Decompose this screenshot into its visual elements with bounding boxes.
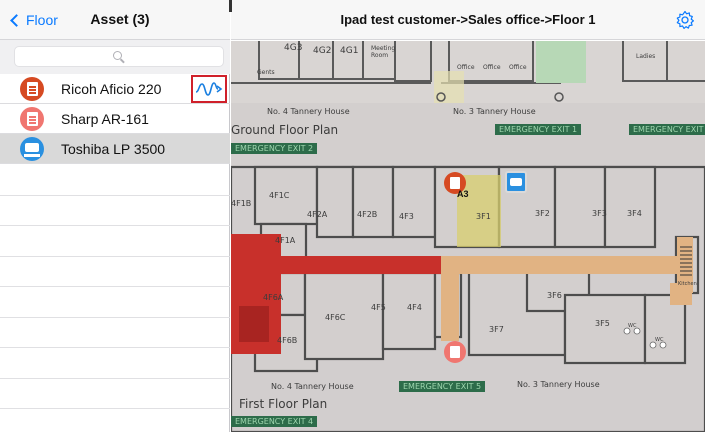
asset-pin-toshiba[interactable]	[505, 171, 527, 193]
room-label: 3F7	[489, 325, 504, 334]
asset-name: Toshiba LP 3500	[61, 141, 166, 157]
exit-sign: EMERGENCY EXIT	[629, 124, 705, 135]
room-label: 3F3	[592, 209, 607, 218]
search-input[interactable]	[14, 46, 224, 67]
list-separator	[0, 317, 230, 318]
signal-wave-button[interactable]	[191, 75, 227, 103]
list-separator	[0, 225, 230, 226]
list-separator	[0, 408, 230, 409]
search-icon	[113, 51, 122, 60]
asset-nav-bar: Floor Asset (3)	[0, 0, 230, 40]
asset-pin-label: A3	[457, 189, 469, 199]
list-separator	[0, 378, 230, 379]
building-label: No. 4 Tannery House	[271, 382, 354, 391]
exit-sign: EMERGENCY EXIT 1	[495, 124, 582, 135]
chevron-left-icon	[10, 13, 23, 27]
breadcrumb-title: Ipad test customer->Sales office->Floor …	[340, 12, 596, 27]
room-label: 4F2B	[357, 210, 378, 219]
back-label: Floor	[26, 12, 58, 28]
floor-plan-panel: Ipad test customer->Sales office->Floor …	[229, 0, 705, 432]
exit-sign: EMERGENCY EXIT 4	[231, 416, 318, 427]
room-label: 4F6C	[325, 313, 346, 322]
document-icon	[20, 107, 44, 131]
room-label: 4G3	[284, 43, 303, 53]
list-separator	[0, 286, 230, 287]
room-label: Ladies	[636, 53, 656, 60]
room-label: Gents	[257, 69, 275, 76]
building-label: No. 3 Tannery House	[517, 380, 600, 389]
exit-sign: EMERGENCY EXIT 2	[231, 143, 318, 154]
floor-plan-map[interactable]: 4G3 4G2 4G1 Meeting Room Office Office O…	[231, 41, 705, 432]
building-label: No. 4 Tannery House	[267, 107, 350, 116]
room-label: 4F6A	[263, 293, 284, 302]
room-label: WC	[655, 337, 664, 343]
asset-name: Ricoh Aficio 220	[61, 81, 162, 97]
gear-icon[interactable]	[675, 10, 695, 30]
list-separator	[0, 347, 230, 348]
asset-list-title: Asset (3)	[90, 11, 150, 27]
room-label: WC	[628, 323, 637, 329]
room-label: Office	[509, 64, 527, 71]
search-bar	[0, 40, 230, 74]
room-label: 4F4	[407, 303, 422, 312]
room-label: Kitchen	[678, 281, 697, 287]
building-label: Ground Floor Plan	[231, 123, 339, 137]
room-label: 4F6B	[277, 336, 298, 345]
back-to-floor-button[interactable]: Floor	[10, 11, 58, 29]
room-label: 3F4	[627, 209, 642, 218]
list-separator	[0, 195, 230, 196]
floor-plan-drawing	[231, 41, 705, 432]
room-label: 4F1A	[275, 236, 296, 245]
room-label: 3F2	[535, 209, 550, 218]
building-label: No. 3 Tannery House	[453, 107, 536, 116]
room-label: 4F3	[399, 212, 414, 221]
signal-wave-icon	[195, 82, 223, 96]
floor-nav-bar: Ipad test customer->Sales office->Floor …	[229, 0, 705, 40]
room-label: 4F2A	[307, 210, 328, 219]
asset-row-toshiba[interactable]: Toshiba LP 3500	[0, 134, 230, 164]
room-label: 3F6	[547, 291, 562, 300]
room-label: 4F5	[371, 303, 386, 312]
room-label: 3F5	[595, 319, 610, 328]
cursor-caret	[229, 0, 232, 12]
list-separator	[0, 256, 230, 257]
asset-pin-sharp[interactable]	[444, 341, 466, 363]
exit-sign: EMERGENCY EXIT 5	[399, 381, 486, 392]
room-label: Meeting Room	[371, 45, 396, 59]
room-label: 4F1C	[269, 191, 290, 200]
room-label: Office	[483, 64, 501, 71]
building-label: First Floor Plan	[239, 397, 328, 411]
asset-list-panel: Floor Asset (3) Ricoh Aficio 220 Sharp A…	[0, 0, 230, 432]
room-label: 3F1	[476, 212, 491, 221]
room-label: Office	[457, 64, 475, 71]
printer-icon	[20, 137, 44, 161]
document-icon	[20, 77, 44, 101]
asset-row-sharp[interactable]: Sharp AR-161	[0, 104, 230, 134]
room-label: 4G1	[340, 46, 359, 56]
asset-name: Sharp AR-161	[61, 111, 149, 127]
room-label: 4F1B	[231, 199, 252, 208]
room-label: 4G2	[313, 46, 332, 56]
